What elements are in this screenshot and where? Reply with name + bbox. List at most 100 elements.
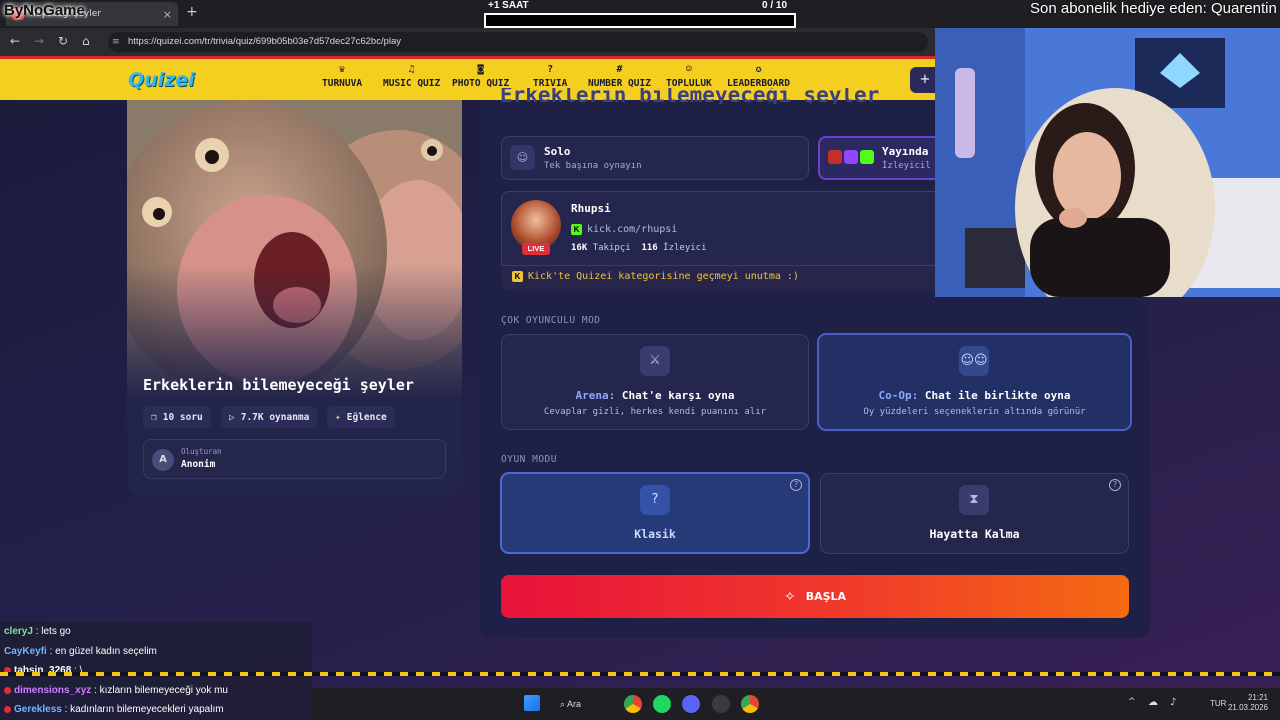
coop-accent: Co-Op:: [878, 389, 919, 402]
plays-badge: ▷ 7.7K oynanma: [221, 406, 318, 428]
arena-title: Arena: Chat'e karşı oyna: [501, 389, 809, 402]
help-icon[interactable]: ?: [1109, 479, 1121, 491]
search-icon: ⌕: [560, 699, 568, 709]
solo-mode-button[interactable]: [501, 136, 809, 180]
chat-username: cleryJ: [4, 626, 33, 637]
site-info-icon[interactable]: ≡: [112, 37, 120, 47]
cloud-icon[interactable]: ☁: [1148, 697, 1158, 708]
microphone-icon[interactable]: ♪: [1170, 697, 1176, 708]
platform-icons: [828, 150, 874, 164]
discord-icon[interactable]: [682, 695, 700, 713]
sub-gift-banner: Son abonelik hediye eden: Quarentin: [1030, 0, 1277, 17]
page-title: Erkeklerin bilemeyeceği şeyler: [500, 88, 880, 104]
chat-message: cleryJ : lets go: [4, 626, 71, 637]
follower-label: Takipçi: [592, 243, 631, 253]
close-tab-icon[interactable]: ×: [163, 8, 172, 21]
arena-label: Chat'e karşı oyna: [621, 389, 735, 402]
new-tab-button[interactable]: +: [186, 4, 198, 20]
coop-subtitle: Oy yüzdeleri seçeneklerin altında görünü…: [863, 407, 1086, 417]
chat-text: lets go: [41, 626, 71, 637]
kick-logo-icon: K: [512, 271, 523, 282]
nav-music-quiz[interactable]: ♫ MUSIC QUIZ: [383, 64, 440, 89]
question-count-badge: ❐ 10 soru: [143, 406, 211, 428]
chat-text: kızların bilemeyeceği yok mu: [99, 685, 228, 696]
nav-turnuva[interactable]: ♛ TURNUVA: [322, 64, 362, 89]
chrome-icon[interactable]: [624, 695, 642, 713]
creator-role: Oluşturan: [181, 447, 222, 456]
nav-number-quiz[interactable]: # NUMBER QUIZ: [588, 64, 651, 89]
streamer-link[interactable]: K kick.com/rhupsi: [571, 224, 677, 235]
game-mode-section-label: OYUN MODU: [501, 454, 557, 465]
start-button[interactable]: ✧ BAŞLA: [501, 575, 1129, 618]
creator-box: A Oluşturan Anonim: [143, 439, 446, 479]
kick-notice-label: Kick'te Quizei kategorisine geçmeyi unut…: [528, 271, 799, 282]
chat-message: Gerekless : kadınların bilemeyecekleri y…: [4, 704, 224, 715]
home-icon[interactable]: ⌂: [82, 34, 90, 48]
quiz-cover-image: [127, 100, 462, 400]
chat-username: dimensions_xyz: [14, 685, 92, 696]
chat-text: kadınların bilemeyecekleri yapalım: [70, 704, 224, 715]
quizei-logo[interactable]: Quizei: [128, 69, 195, 91]
clock-date: 21.03.2026: [1227, 703, 1268, 712]
coop-title: Co-Op: Chat ile birlikte oyna: [817, 389, 1132, 402]
question-circle-icon: ?: [640, 485, 670, 515]
category-label: Eğlence: [346, 411, 387, 423]
viewer-label: İzleyici: [663, 243, 707, 253]
app-icon[interactable]: [712, 695, 730, 713]
hazard-stripe: [0, 672, 1280, 676]
help-icon[interactable]: ?: [790, 479, 802, 491]
swords-icon: ⚔: [640, 346, 670, 376]
coop-label: Chat ile birlikte oyna: [924, 389, 1071, 402]
question-bubble-icon: ?: [547, 64, 554, 75]
spotify-icon[interactable]: [653, 695, 671, 713]
medal-icon: ✪: [755, 64, 762, 75]
stream-title: Yayında: [882, 145, 929, 158]
solo-title: Solo: [544, 145, 571, 158]
nav-trivia[interactable]: ? TRIVIA: [533, 64, 567, 89]
chat-text: en güzel kadın seçelim: [55, 646, 157, 657]
taskbar-clock[interactable]: 21:21 21.03.2026: [1226, 693, 1268, 713]
chevron-up-icon[interactable]: ^: [1128, 697, 1136, 707]
music-icon: ♫: [408, 64, 415, 75]
stream-chat: cleryJ : lets go CayKeyfi : en güzel kad…: [0, 622, 312, 720]
hash-icon: #: [616, 64, 623, 75]
nav-photo-quiz[interactable]: ◙ PHOTO QUIZ: [452, 64, 509, 89]
arena-accent: Arena:: [575, 389, 616, 402]
hourglass-icon: ⧗: [959, 485, 989, 515]
stream-subtitle: İzleyicil: [882, 161, 931, 171]
streamer-stats: 16K Takipçi 116 İzleyici: [571, 243, 707, 253]
users-icon: ☺☺: [959, 346, 989, 376]
timer-progress-bar: [484, 13, 796, 28]
subscriber-badge-icon: [4, 705, 11, 713]
windows-start-icon[interactable]: [524, 695, 540, 711]
taskbar-search-label: Ara: [567, 699, 582, 709]
nav-topluluk[interactable]: ☺ TOPLULUK: [666, 64, 712, 89]
classic-mode-label: Klasik: [634, 527, 676, 541]
follower-count: 16K: [571, 243, 588, 253]
category-badge[interactable]: ✦ Eğlence: [327, 406, 395, 428]
quiz-title: Erkeklerin bilemeyeceği şeyler: [143, 376, 414, 394]
clock-time: 21:21: [1247, 693, 1268, 702]
avatar: A: [152, 449, 174, 471]
chat-message: CayKeyfi : en güzel kadın seçelim: [4, 646, 157, 657]
nav-label: TURNUVA: [322, 78, 363, 89]
address-bar-input[interactable]: https://quizei.com/tr/trivia/quiz/699b05…: [108, 32, 928, 52]
chat-username: Gerekless: [14, 704, 62, 715]
user-icon: ☺: [510, 145, 535, 170]
chat-username: CayKeyfi: [4, 646, 47, 657]
language-indicator[interactable]: TUR: [1210, 699, 1226, 708]
taskbar-search[interactable]: ⌕ Ara: [560, 695, 610, 713]
question-count: 10 soru: [162, 411, 203, 423]
copy-icon: ❐: [151, 411, 157, 423]
webcam-overlay: [935, 28, 1280, 297]
reload-icon[interactable]: ↻: [58, 34, 68, 48]
back-arrow-icon[interactable]: ←: [10, 34, 20, 48]
nav-label: MUSIC QUIZ: [383, 78, 441, 89]
creator-name: Anonim: [181, 459, 216, 470]
nav-leaderboard[interactable]: ✪ LEADERBOARD: [727, 64, 790, 89]
channel-logo: ByNoGame: [4, 2, 85, 19]
chrome-active-icon[interactable]: [741, 695, 759, 713]
quiz-info-card: Erkeklerin bilemeyeceği şeyler ❐ 10 soru…: [127, 100, 462, 496]
forward-arrow-icon[interactable]: →: [34, 34, 44, 48]
kick-icon: [860, 150, 874, 164]
